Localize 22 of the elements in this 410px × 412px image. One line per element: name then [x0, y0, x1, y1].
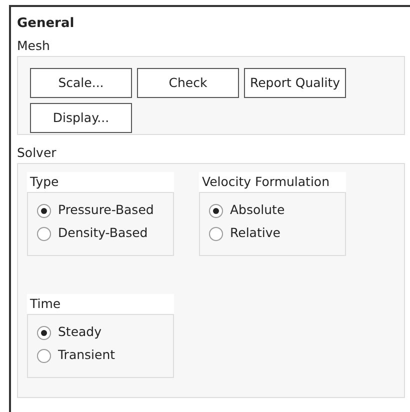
- option-label[interactable]: Absolute: [230, 201, 285, 220]
- mesh-button[interactable]: Check: [137, 68, 239, 98]
- option-label[interactable]: Pressure-Based: [58, 201, 154, 220]
- mesh-button[interactable]: Display...: [30, 103, 132, 133]
- radio-button[interactable]: [37, 226, 51, 240]
- group-label: Time: [27, 294, 174, 314]
- radio-button[interactable]: [209, 204, 223, 218]
- option-label[interactable]: Density-Based: [58, 224, 148, 243]
- radio-button[interactable]: [37, 204, 51, 218]
- mesh-button[interactable]: Scale...: [30, 68, 132, 98]
- section-label: Mesh: [17, 38, 50, 53]
- radio-button[interactable]: [37, 326, 51, 340]
- panel-title: General: [17, 15, 76, 33]
- option-label[interactable]: Steady: [58, 323, 102, 342]
- group-label: Velocity Formulation: [199, 172, 346, 192]
- radio-button[interactable]: [209, 226, 223, 240]
- section-label: Solver: [17, 145, 56, 160]
- radio-button[interactable]: [37, 348, 51, 362]
- option-label[interactable]: Relative: [230, 224, 280, 243]
- mesh-button[interactable]: Report Quality: [244, 68, 346, 98]
- group-label: Type: [27, 172, 174, 192]
- option-label[interactable]: Transient: [58, 346, 116, 365]
